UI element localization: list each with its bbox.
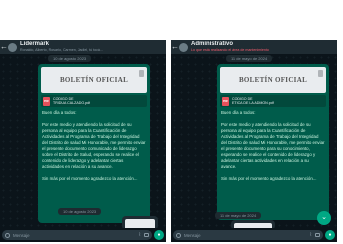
avatar[interactable] xyxy=(179,42,188,52)
date-separator: 10 de agosto 2023 xyxy=(48,55,92,62)
camera-icon[interactable] xyxy=(144,233,149,237)
chat-subtitle: Lo que está realizando el área de manten… xyxy=(191,48,269,52)
chat-title-block[interactable]: Administrativo Lo que está realizando el… xyxy=(191,41,337,53)
chat-title-block[interactable]: Lidermark Ronaldo, Alberto, Rosario, Car… xyxy=(20,41,166,53)
chat-subtitle: Ronaldo, Alberto, Rosario, Carmen, Jadie… xyxy=(20,48,103,52)
file-attachment[interactable]: PDF CODIGO DE ETICA DE LA ADMON.pdf xyxy=(220,95,326,107)
message-input[interactable]: Mensaje ⌇ xyxy=(173,230,323,240)
composer-bar: Mensaje ⌇ ● xyxy=(171,228,337,242)
scroll-down-icon[interactable]: ⌄ xyxy=(317,211,331,225)
message-input[interactable]: Mensaje ⌇ xyxy=(2,230,152,240)
right-phone-screenshot: ← Administrativo Lo que está realizando … xyxy=(171,40,337,242)
document-preview[interactable]: BOLETÍN OFICIAL xyxy=(41,67,147,93)
message-list[interactable]: 11 de mayo de 2024 BOLETÍN OFICIAL PDF C… xyxy=(171,54,337,228)
back-arrow-icon[interactable]: ← xyxy=(0,40,8,54)
document-heading: BOLETÍN OFICIAL xyxy=(238,76,308,84)
file-name: ETICA DE LA ADMON.pdf xyxy=(232,101,274,105)
message-placeholder: Mensaje xyxy=(184,232,201,238)
document-thumbnail xyxy=(125,219,155,228)
outgoing-message[interactable]: BOLETÍN OFICIAL PDF CODIGO DE ETICA DE L… xyxy=(217,64,329,220)
pdf-icon: PDF xyxy=(43,96,50,106)
back-arrow-icon[interactable]: ← xyxy=(171,40,179,54)
message-list[interactable]: 10 de agosto 2023 BOLETÍN OFICIAL PDF CO… xyxy=(0,54,166,228)
emoji-icon[interactable] xyxy=(176,232,181,238)
seal-icon xyxy=(139,70,144,77)
message-text: Buen día a todos: Por este medio y atend… xyxy=(42,110,146,181)
chat-title: Lidermark xyxy=(20,41,50,47)
chat-header: ← Lidermark Ronaldo, Alberto, Rosario, C… xyxy=(0,40,166,54)
paperclip-icon[interactable]: ⌇ xyxy=(310,232,312,238)
composer-bar: Mensaje ⌇ ● xyxy=(0,228,166,242)
mic-icon[interactable]: ● xyxy=(325,230,335,240)
date-separator-bottom: 11 de mayo de 2024 xyxy=(215,212,262,219)
mic-icon[interactable]: ● xyxy=(154,230,164,240)
date-separator: 11 de mayo de 2024 xyxy=(226,55,273,62)
message-text: Buen día a todos: Por este medio y atend… xyxy=(221,110,325,181)
message-placeholder: Mensaje xyxy=(13,232,30,238)
document-heading: BOLETÍN OFICIAL xyxy=(59,76,129,84)
date-separator-bottom: 10 de agosto 2023 xyxy=(58,208,102,215)
emoji-icon[interactable] xyxy=(5,232,10,238)
document-preview[interactable]: BOLETÍN OFICIAL xyxy=(220,67,326,93)
pdf-icon: PDF xyxy=(222,96,229,106)
paperclip-icon[interactable]: ⌇ xyxy=(139,232,141,238)
avatar[interactable] xyxy=(8,42,17,52)
camera-icon[interactable] xyxy=(315,233,320,237)
outgoing-message[interactable]: BOLETÍN OFICIAL PDF CODIGO DE TRIDUA CAL… xyxy=(38,64,150,223)
chat-header: ← Administrativo Lo que está realizando … xyxy=(171,40,337,54)
chat-title: Administrativo xyxy=(191,41,234,47)
seal-icon xyxy=(318,70,323,77)
next-message-preview[interactable] xyxy=(122,216,158,228)
next-message-preview[interactable] xyxy=(231,220,275,228)
file-attachment[interactable]: PDF CODIGO DE TRIDUA CALZADO.pdf xyxy=(41,95,147,107)
left-phone-screenshot: ← Lidermark Ronaldo, Alberto, Rosario, C… xyxy=(0,40,166,242)
file-name: TRIDUA CALZADO.pdf xyxy=(53,101,91,105)
